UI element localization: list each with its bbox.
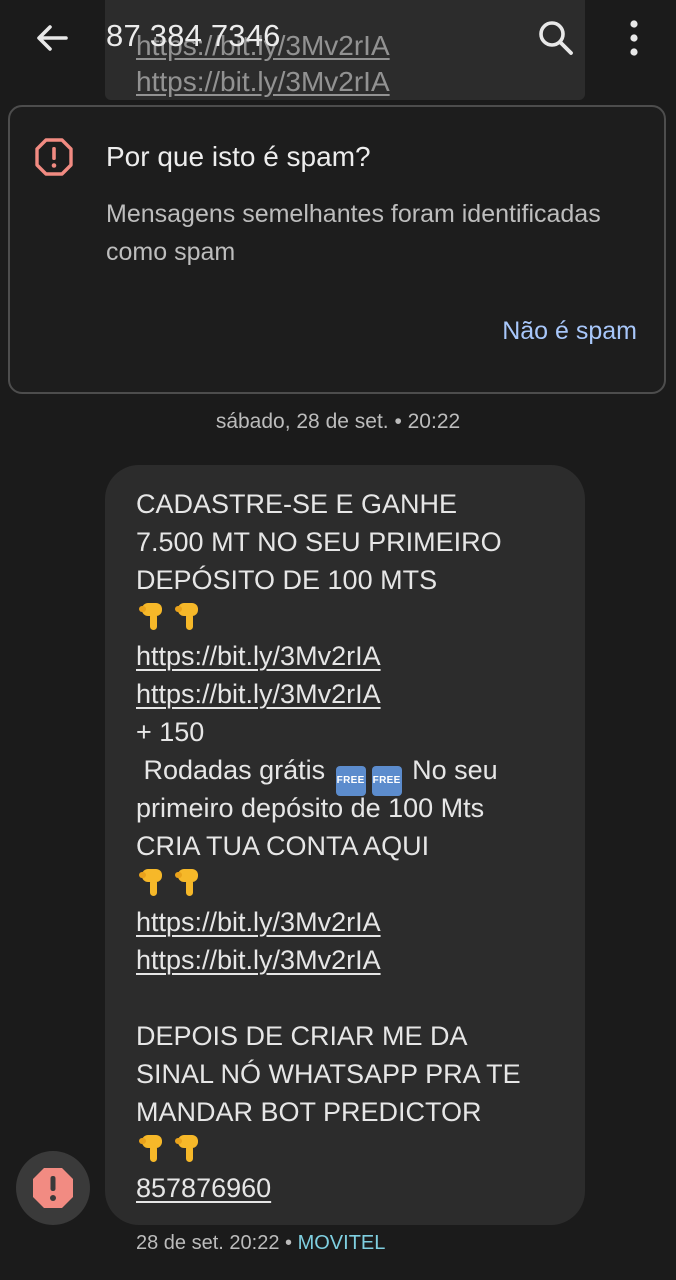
spam-warning-badge <box>34 137 74 177</box>
message-link[interactable]: https://bit.ly/3Mv2rIA <box>136 679 381 709</box>
top-app-bar: 87 384 7346 <box>0 0 676 76</box>
more-options-button[interactable] <box>614 16 654 60</box>
search-icon <box>539 21 573 55</box>
report-spam-icon <box>33 1168 73 1208</box>
phone-number-link[interactable]: 857876960 <box>136 1173 271 1203</box>
message-bubble[interactable]: CADASTRE-SE E GANHE 7.500 MT NO SEU PRIM… <box>105 465 585 1225</box>
emoji-line <box>136 599 576 637</box>
message-line: DEPOIS DE CRIAR ME DA <box>136 1021 468 1051</box>
meta-separator: • <box>279 1232 298 1254</box>
message-text-segment: No seu <box>404 755 498 785</box>
message-line: CADASTRE-SE E GANHE <box>136 489 458 519</box>
spam-info-card: Por que isto é spam? Mensagens semelhant… <box>8 105 666 394</box>
spam-card-title: Por que isto é spam? <box>106 141 371 172</box>
carrier-label: MOVITEL <box>297 1232 386 1254</box>
arrow-back-icon <box>37 25 68 51</box>
pointing-down-hand-icon <box>139 603 162 630</box>
message-text-segment: Rodadas grátis <box>136 755 333 785</box>
warning-octagon-icon <box>35 138 73 176</box>
more-vert-icon <box>630 20 638 56</box>
pointing-down-hand-icon <box>175 1135 198 1162</box>
message-line: SINAL NÓ WHATSAPP PRA TE <box>136 1059 521 1089</box>
spam-card-description: Mensagens semelhantes foram identificada… <box>106 200 601 266</box>
message-link[interactable]: https://bit.ly/3Mv2rIA <box>136 907 381 937</box>
back-button[interactable] <box>30 16 74 60</box>
message-line: DEPÓSITO DE 100 MTS <box>136 565 438 595</box>
report-spam-button[interactable] <box>16 1151 90 1225</box>
message-text: CADASTRE-SE E GANHE 7.500 MT NO SEU PRIM… <box>136 485 576 1207</box>
message-line: 7.500 MT NO SEU PRIMEIRO <box>136 527 502 557</box>
date-divider: sábado, 28 de set. • 20:22 <box>215 410 461 433</box>
conversation-title: 87 384 7346 <box>106 18 281 53</box>
pointing-down-hand-icon <box>175 869 198 896</box>
message-timestamp: 28 de set. 20:22 <box>136 1232 280 1254</box>
message-link[interactable]: https://bit.ly/3Mv2rIA <box>136 945 381 975</box>
pointing-down-hand-icon <box>175 603 198 630</box>
not-spam-button[interactable]: Não é spam <box>502 317 637 346</box>
message-line: + 150 <box>136 717 205 747</box>
message-line: Rodadas grátis FREE FREE No seu <box>136 751 576 796</box>
message-line: MANDAR BOT PREDICTOR <box>136 1097 482 1127</box>
pointing-down-hand-icon <box>139 869 162 896</box>
message-line: CRIA TUA CONTA AQUI <box>136 831 430 861</box>
search-button[interactable] <box>534 16 578 60</box>
emoji-line <box>136 1131 576 1169</box>
message-meta: 28 de set. 20:22 • MOVITEL <box>136 1232 385 1255</box>
message-link[interactable]: https://bit.ly/3Mv2rIA <box>136 641 381 671</box>
pointing-down-hand-icon <box>139 1135 162 1162</box>
message-line: primeiro depósito de 100 Mts <box>136 793 485 823</box>
emoji-line <box>136 865 576 903</box>
